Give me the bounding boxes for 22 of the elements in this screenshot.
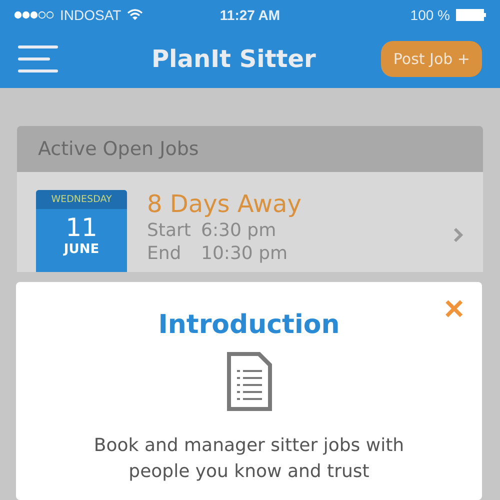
intro-text: Book and manager sitter jobs with people you know and trust (92, 434, 406, 484)
end-time: 10:30 pm (201, 243, 288, 264)
battery-icon (456, 9, 486, 21)
battery-percent: 100 % (410, 7, 450, 23)
job-row[interactable]: WEDNESDAY 11 JUNE 8 Days Away Start 6:30 pm End 10:30 pm (17, 172, 483, 272)
menu-icon[interactable] (18, 45, 58, 73)
status-time: 11:27 AM (220, 7, 280, 23)
date-badge: WEDNESDAY 11 JUNE (36, 190, 127, 272)
wifi-icon (127, 9, 144, 21)
card-header: Active Open Jobs (17, 126, 483, 172)
days-away: 8 Days Away (147, 190, 302, 218)
signal-icon (14, 11, 54, 19)
document-icon (226, 352, 272, 411)
start-label: Start (147, 220, 191, 241)
carrier-name: INDOSAT (60, 7, 122, 23)
chevron-icon (453, 227, 463, 243)
end-label: End (147, 243, 182, 264)
dialog-title: Introduction (158, 310, 340, 340)
app-title: PlanIt Sitter (151, 45, 316, 73)
post-job-button[interactable]: Post Job + (381, 41, 482, 77)
close-button[interactable]: × (444, 292, 464, 326)
start-time: 6:30 pm (201, 220, 276, 241)
